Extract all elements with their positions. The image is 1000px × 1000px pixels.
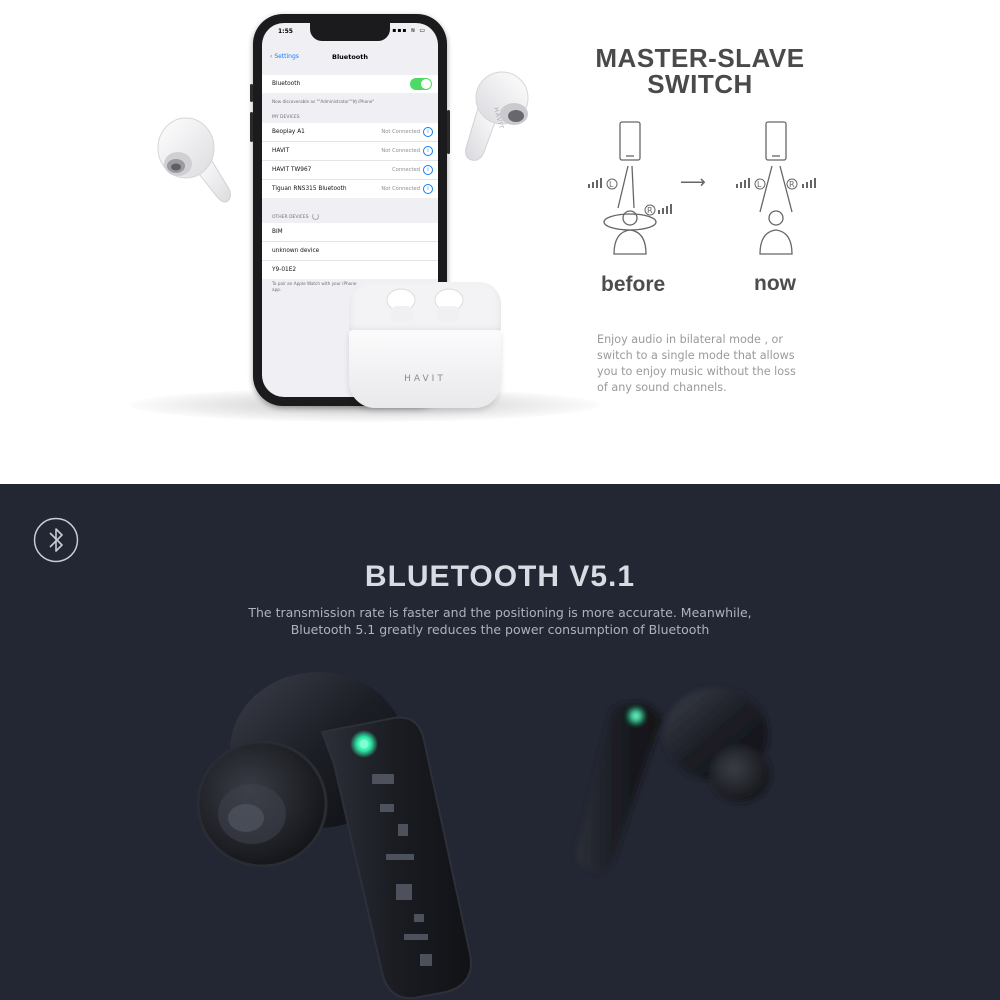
device-name: HAVIT — [272, 148, 290, 154]
bluetooth-description: The transmission rate is faster and the … — [0, 604, 1000, 638]
status-time: 1:55 — [278, 28, 293, 35]
phone-notch — [310, 23, 390, 41]
nav-title: Bluetooth — [332, 53, 368, 61]
large-earbud — [196, 672, 472, 1000]
white-earbud-left — [157, 117, 231, 203]
description-line: Bluetooth 5.1 greatly reduces the power … — [290, 622, 710, 637]
left-channel-label: L — [609, 180, 614, 189]
dark-earbuds — [196, 672, 770, 1000]
master-slave-diagram: L R L R ⟶ — [588, 121, 816, 255]
nav-bar: ‹ Settings Bluetooth — [262, 47, 438, 69]
description-line: The transmission rate is faster and the … — [248, 605, 752, 620]
device-name: Beoplay A1 — [272, 129, 305, 135]
master-slave-title-line1: MASTER-SLAVE — [595, 43, 805, 73]
bluetooth-row-label: Bluetooth — [272, 81, 301, 87]
case-body — [349, 330, 501, 408]
discoverable-note: Now discoverable as ""Administrator""的 i… — [272, 99, 375, 104]
other-devices-label: OTHER DEVICES — [272, 215, 309, 220]
white-earbud-right: HAVIT — [465, 71, 529, 161]
bluetooth-icon — [33, 517, 79, 563]
description-line: you to enjoy music without the loss — [597, 365, 796, 378]
master-slave-description: Enjoy audio in bilateral mode , or switc… — [597, 332, 837, 396]
description-line: Enjoy audio in bilateral mode , or — [597, 333, 784, 346]
pair-note-line1: To pair an Apple Watch with your iPhone — [272, 281, 357, 286]
signal-bars-icon — [658, 204, 672, 214]
smartphone-icon — [765, 121, 787, 161]
product-page: HAVIT 1:55 ▪▪▪ ≋ ▭ ‹ Settings Bluetooth — [0, 0, 1000, 1000]
bluetooth-section: BLUETOOTH V5.1 The transmission rate is … — [0, 484, 1000, 1000]
loading-spinner-icon — [311, 213, 319, 220]
now-label: now — [754, 272, 796, 295]
info-icon[interactable]: i — [423, 165, 433, 175]
person-icon — [622, 210, 638, 226]
signal-bars-icon — [588, 178, 602, 188]
device-name: unknown device — [272, 248, 320, 254]
small-earbud — [576, 688, 770, 872]
device-row[interactable]: Beoplay A1 Not Connected i — [262, 123, 438, 142]
device-status: Not Connected — [381, 148, 420, 154]
info-icon[interactable]: i — [423, 146, 433, 156]
device-row[interactable]: HAVIT TW967 Connected i — [262, 161, 438, 180]
device-name: Tiguan RNS315 Bluetooth — [272, 186, 347, 192]
left-channel-label: L — [757, 180, 762, 189]
device-row[interactable]: Y9-01E2 — [262, 261, 438, 279]
device-status: Not Connected — [381, 186, 420, 192]
status-icons: ▪▪▪ ≋ ▭ — [392, 27, 426, 34]
signal-bars-icon — [736, 178, 750, 188]
arrow-right-icon: ⟶ — [680, 172, 706, 193]
smartphone-icon — [619, 121, 641, 161]
person-icon — [768, 210, 784, 226]
case-logo: HAVIT — [404, 374, 446, 384]
device-name: BIM — [272, 229, 283, 235]
right-channel-label: R — [789, 180, 795, 189]
description-line: switch to a single mode that allows — [597, 349, 795, 362]
device-row[interactable]: Tiguan RNS315 Bluetooth Not Connected i — [262, 180, 438, 198]
my-devices-list: Beoplay A1 Not Connected i HAVIT Not Con… — [262, 123, 438, 198]
bluetooth-toggle-row[interactable]: Bluetooth — [262, 75, 438, 93]
device-row[interactable]: HAVIT Not Connected i — [262, 142, 438, 161]
device-name: Y9-01E2 — [272, 267, 297, 273]
signal-bars-icon — [802, 178, 816, 188]
pair-note-line2: app. — [272, 287, 282, 292]
device-status: Connected — [392, 167, 420, 173]
description-line: of any sound channels. — [597, 381, 727, 394]
other-devices-list: BIM unknown device Y9-01E2 — [262, 223, 438, 279]
device-row[interactable]: unknown device — [262, 242, 438, 261]
bluetooth-toggle[interactable] — [410, 78, 432, 90]
charging-case: HAVIT — [349, 282, 501, 408]
my-devices-header: MY DEVICES — [272, 115, 300, 120]
master-slave-section: HAVIT 1:55 ▪▪▪ ≋ ▭ ‹ Settings Bluetooth — [0, 0, 1000, 484]
master-slave-title-line2: SWITCH — [647, 69, 753, 99]
bluetooth-toggle-group: Bluetooth — [262, 75, 438, 93]
right-channel-label: R — [647, 206, 653, 215]
device-status: Not Connected — [381, 129, 420, 135]
device-row[interactable]: BIM — [262, 223, 438, 242]
bluetooth-title: BLUETOOTH V5.1 — [364, 560, 636, 593]
info-icon[interactable]: i — [423, 127, 433, 137]
device-name: HAVIT TW967 — [272, 167, 312, 173]
info-icon[interactable]: i — [423, 184, 433, 194]
before-label: before — [601, 273, 666, 296]
other-devices-header: OTHER DEVICES — [272, 213, 319, 220]
